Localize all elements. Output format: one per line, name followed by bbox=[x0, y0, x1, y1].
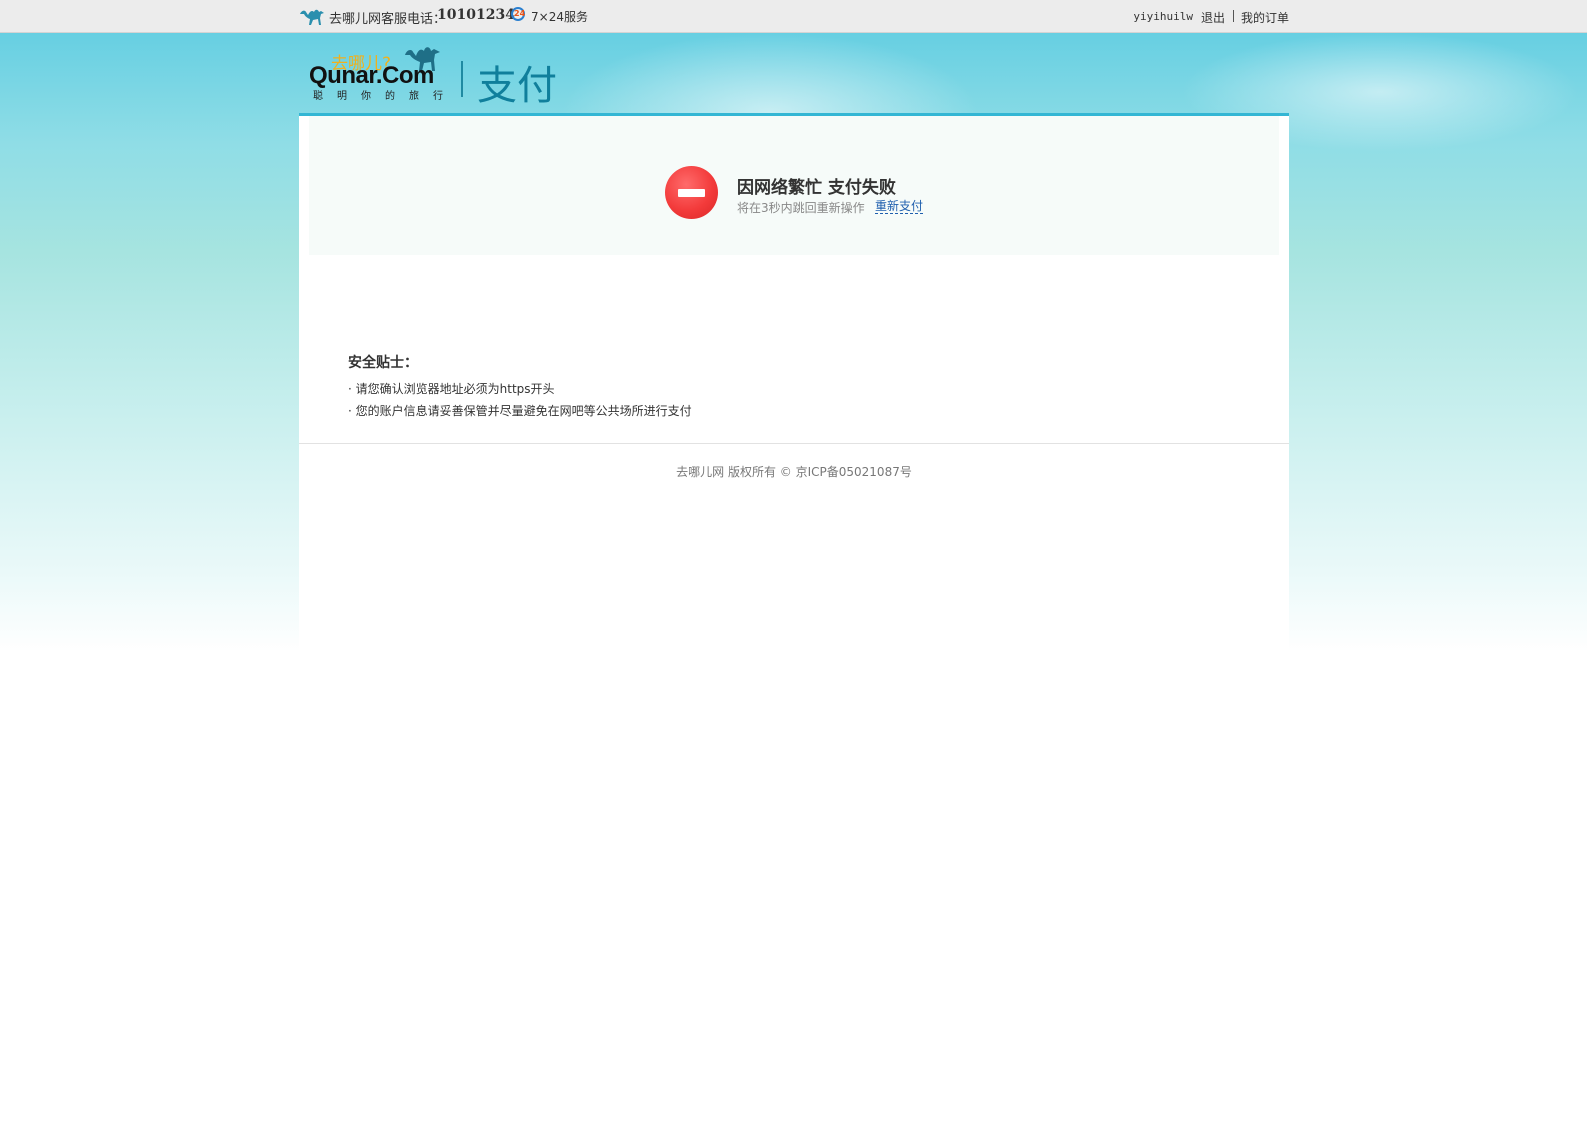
username: yiyihuilw bbox=[1133, 10, 1193, 23]
retry-payment-link[interactable]: 重新支付 bbox=[875, 199, 924, 214]
alert-title: 因网络繁忙 支付失败 bbox=[737, 178, 896, 198]
header-divider bbox=[461, 61, 463, 97]
content-fade bbox=[299, 626, 1289, 656]
no-entry-bar bbox=[678, 189, 705, 197]
page-header: 去哪儿? Qunar.Com 聪明你的旅行 支付 bbox=[299, 33, 1289, 115]
footer-divider bbox=[299, 443, 1289, 444]
top-bar: 去哪儿网客服电话： 10101234 24 7×24服务 yiyihuilw 退… bbox=[0, 0, 1587, 33]
security-tips-title: 安全贴士： bbox=[348, 355, 418, 371]
page-title: 支付 bbox=[477, 63, 557, 109]
logout-link[interactable]: 退出 bbox=[1201, 9, 1225, 26]
redirect-notice: 将在3秒内跳回重新操作 bbox=[737, 201, 865, 215]
service-badge-text: 24 bbox=[514, 9, 526, 18]
topbar-divider bbox=[1233, 10, 1234, 22]
security-tips-list: 请您确认浏览器地址必须为https开头 您的账户信息请妥善保管并尽量避免在网吧等… bbox=[348, 380, 692, 424]
payment-failure-alert: 因网络繁忙 支付失败 将在3秒内跳回重新操作 重新支付 bbox=[309, 116, 1279, 255]
logo-wordmark: Qunar.Com bbox=[309, 62, 434, 89]
main-content: 因网络繁忙 支付失败 将在3秒内跳回重新操作 重新支付 安全贴士： 请您确认浏览… bbox=[299, 113, 1289, 656]
security-tip-item: 请您确认浏览器地址必须为https开头 bbox=[348, 380, 692, 402]
hotline-label: 去哪儿网客服电话： bbox=[329, 12, 447, 27]
camel-icon bbox=[300, 9, 324, 25]
no-entry-icon bbox=[665, 166, 718, 219]
hotline-number: 10101234 bbox=[437, 7, 515, 23]
logo-tagline: 聪明你的旅行 bbox=[313, 91, 457, 102]
service-24h-icon: 24 bbox=[511, 7, 525, 21]
service-hours-text: 7×24服务 bbox=[531, 10, 588, 24]
top-bar-inner: 去哪儿网客服电话： 10101234 24 7×24服务 yiyihuilw 退… bbox=[299, 0, 1289, 32]
my-orders-link[interactable]: 我的订单 bbox=[1241, 9, 1289, 26]
footer-copyright: 去哪儿网 版权所有 © 京ICP备05021087号 bbox=[676, 465, 912, 479]
security-tip-item: 您的账户信息请妥善保管并尽量避免在网吧等公共场所进行支付 bbox=[348, 402, 692, 424]
